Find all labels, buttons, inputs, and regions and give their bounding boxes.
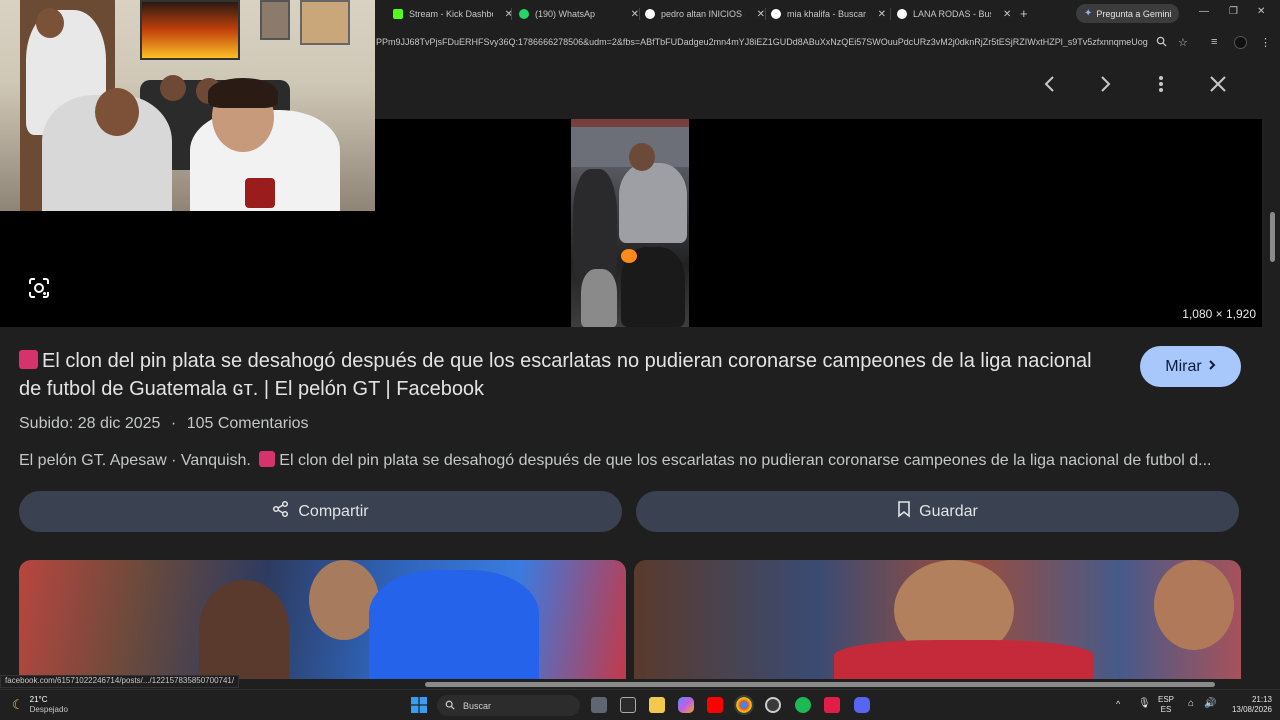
result-info-panel: El clon del pin plata se desahogó despué…: [0, 327, 1262, 679]
next-image-icon[interactable]: [1099, 73, 1113, 101]
youtube-icon[interactable]: [707, 697, 723, 713]
task-view-icon[interactable]: [591, 697, 607, 713]
file-explorer-icon[interactable]: [649, 697, 665, 713]
webcam-overlay: [0, 0, 375, 211]
result-meta: Subido: 28 dic 2025 · 105 Comentarios: [19, 415, 309, 433]
kick-favicon-icon: [393, 9, 403, 19]
taskbar-search[interactable]: Buscar: [437, 695, 580, 716]
image-dimensions: 1,080 × 1,920: [1182, 307, 1256, 321]
share-button[interactable]: Compartir: [19, 491, 622, 532]
tab-search-icon[interactable]: ≡: [1211, 36, 1217, 48]
profile-avatar[interactable]: [1234, 36, 1247, 49]
tab-search-2[interactable]: LANA RODAS - Buscar ✕: [897, 4, 1012, 24]
horizontal-scroll-thumb[interactable]: [425, 682, 1215, 687]
temperature: 21°C: [29, 695, 48, 704]
chrome-menu-icon[interactable]: ⋮: [1260, 36, 1271, 49]
vertical-scroll-thumb[interactable]: [1270, 212, 1275, 262]
related-image-thumbnail[interactable]: [19, 560, 626, 679]
close-viewer-icon[interactable]: [1209, 73, 1227, 101]
new-tab-button[interactable]: +: [1020, 6, 1028, 21]
clock[interactable]: 21:13 13/08/2026: [1224, 695, 1272, 715]
discord-icon[interactable]: [854, 697, 870, 713]
tab-close-icon[interactable]: ✕: [878, 9, 886, 20]
restore-icon[interactable]: ❐: [1229, 6, 1238, 17]
gemini-sparkle-icon: ✦: [1084, 8, 1093, 19]
language-indicator[interactable]: ESP ES: [1158, 695, 1174, 715]
vertical-scrollbar[interactable]: [1262, 55, 1280, 683]
bookmark-icon: [897, 500, 911, 523]
tab-close-icon[interactable]: ✕: [757, 9, 765, 20]
tray-chevron-up-icon[interactable]: ^: [1116, 699, 1120, 709]
moon-weather-icon: ☾: [12, 697, 24, 712]
spotify-icon[interactable]: [795, 697, 811, 713]
tab-whatsapp[interactable]: (190) WhatsApp ✕: [519, 4, 639, 24]
main-preview-image[interactable]: [571, 119, 689, 327]
google-favicon-icon: [645, 9, 655, 19]
bookmark-star-icon[interactable]: ☆: [1178, 36, 1188, 49]
url-text[interactable]: PPm9JJ68TvPjsFDuERHFSvy36Q:1786666278506…: [376, 37, 1148, 47]
status-link-preview: facebook.com/61571022246714/posts/.../12…: [0, 675, 240, 688]
tab-search-1[interactable]: mia khalifa - Buscar co ✕: [771, 4, 886, 24]
windows-taskbar: ☾ 21°C Despejado Buscar ^ 🎙 ESP ES ⌂ 🔊 2…: [0, 689, 1280, 720]
google-lens-icon[interactable]: [28, 277, 50, 299]
tab-kick-dashboard[interactable]: Stream - Kick Dashbo ✕: [393, 4, 513, 24]
google-favicon-icon: [771, 9, 781, 19]
chrome-icon[interactable]: [734, 695, 754, 715]
store-icon[interactable]: [620, 697, 636, 713]
media-app-icon[interactable]: [824, 697, 840, 713]
related-image-thumbnail[interactable]: [634, 560, 1241, 679]
obs-icon[interactable]: [765, 697, 781, 713]
search-icon: [445, 700, 455, 712]
save-button[interactable]: Guardar: [636, 491, 1239, 532]
red-square-emoji-icon: [259, 451, 276, 467]
comment-count: 105 Comentarios: [186, 415, 309, 432]
weather-condition: Despejado: [29, 705, 68, 714]
chevron-right-icon: [1208, 358, 1216, 376]
tab-close-icon[interactable]: ✕: [1003, 9, 1011, 20]
zoom-icon[interactable]: [1156, 36, 1167, 50]
weather-widget[interactable]: ☾ 21°C Despejado: [12, 695, 68, 715]
more-options-icon[interactable]: [1156, 73, 1166, 101]
volume-icon[interactable]: 🔊: [1204, 698, 1216, 709]
gemini-button[interactable]: ✦ Pregunta a Gemini: [1076, 4, 1180, 23]
microphone-icon[interactable]: 🎙: [1138, 698, 1151, 709]
result-snippet: El pelón GT. Apesaw · Vanquish. El clon …: [19, 451, 1244, 470]
result-title[interactable]: El clon del pin plata se desahogó despué…: [19, 347, 1119, 403]
share-icon: [272, 500, 290, 523]
tab-pedro-altan[interactable]: pedro altan INICIOS - ✕: [645, 4, 765, 24]
snippet-prefix: El pelón GT. Apesaw · Vanquish.: [19, 452, 251, 469]
red-square-emoji-icon: [19, 350, 38, 369]
window-close-icon[interactable]: ✕: [1257, 6, 1265, 17]
whatsapp-favicon-icon: [519, 9, 529, 19]
mirar-button[interactable]: Mirar: [1140, 346, 1241, 387]
minimize-icon[interactable]: —: [1199, 6, 1209, 17]
copilot-icon[interactable]: [678, 697, 694, 713]
windows-start-icon[interactable]: [411, 697, 427, 718]
google-favicon-icon: [897, 9, 907, 19]
network-icon[interactable]: ⌂: [1188, 698, 1194, 709]
previous-image-icon[interactable]: [1042, 73, 1056, 101]
upload-date: Subido: 28 dic 2025: [19, 415, 161, 432]
meta-separator: ·: [170, 415, 177, 432]
snippet-text: El clon del pin plata se desahogó despué…: [279, 452, 1212, 469]
tab-close-icon[interactable]: ✕: [631, 9, 639, 20]
